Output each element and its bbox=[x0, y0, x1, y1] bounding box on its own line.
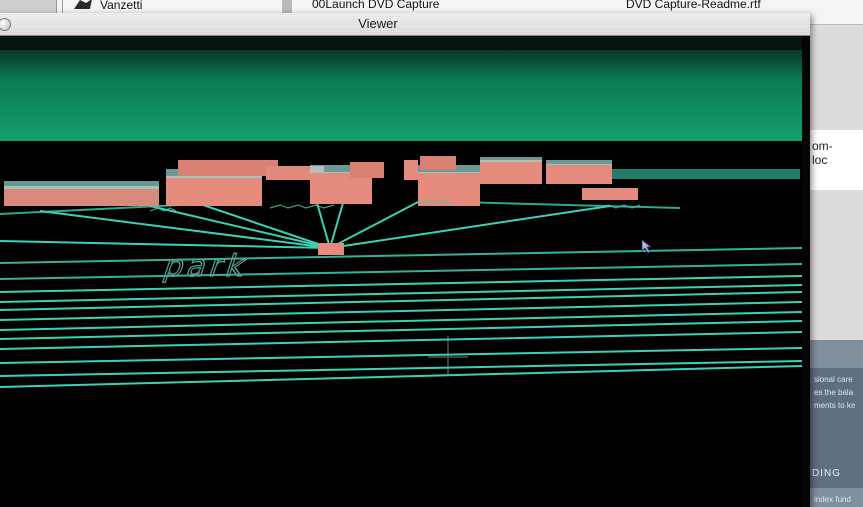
brochure-line: es the bala bbox=[814, 388, 854, 397]
file-item-vanzetti[interactable]: Vanzetti bbox=[72, 0, 142, 12]
file-item-dvd-capture-readme[interactable]: DVD Capture-Readme.rtf bbox=[626, 0, 761, 11]
background-document: om- loc bbox=[808, 130, 863, 190]
sky-top bbox=[0, 36, 802, 50]
file-name: 00Launch DVD Capture bbox=[312, 0, 440, 11]
3d-scene-view[interactable]: park bbox=[0, 36, 802, 507]
doc-line: loc bbox=[812, 153, 828, 167]
scene-canvas: park bbox=[0, 36, 802, 388]
application-icon bbox=[72, 0, 94, 10]
file-item-launch-dvd-capture[interactable]: 00Launch DVD Capture bbox=[312, 0, 439, 11]
background-brochure: sional care es the bala ments to ke DING… bbox=[806, 340, 863, 507]
brochure-line: index fund bbox=[814, 495, 851, 504]
ground-lines bbox=[0, 247, 802, 388]
viewer-window[interactable]: Viewer park bbox=[0, 13, 810, 507]
brochure-heading: DING bbox=[812, 468, 841, 479]
doc-line: om- bbox=[812, 139, 833, 153]
crosshair-marker bbox=[428, 336, 468, 376]
sky-band bbox=[0, 46, 802, 141]
brochure-line: ments to ke bbox=[814, 401, 856, 410]
desktop: Vanzetti 00Launch DVD Capture DVD Captur… bbox=[0, 0, 863, 507]
file-name: Vanzetti bbox=[100, 0, 143, 12]
hub-node bbox=[318, 243, 344, 255]
brochure-line: sional care bbox=[814, 375, 853, 384]
window-title: Viewer bbox=[358, 16, 398, 31]
window-titlebar[interactable]: Viewer bbox=[0, 13, 810, 36]
file-name: DVD Capture-Readme.rtf bbox=[626, 0, 761, 11]
buildings bbox=[4, 156, 800, 206]
ground-label: park bbox=[159, 249, 254, 284]
